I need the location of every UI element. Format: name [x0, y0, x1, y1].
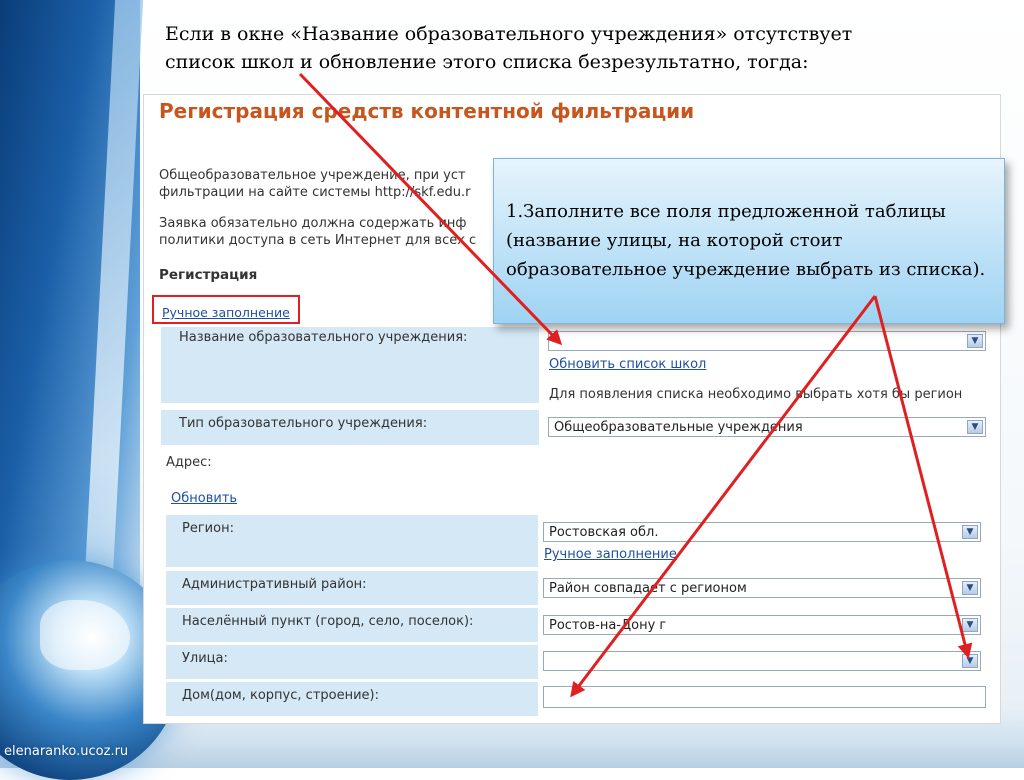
- street-label: Улица:: [182, 651, 228, 666]
- site-credit: elenaranko.ucoz.ru: [4, 744, 129, 759]
- street-label-cell: Улица:: [166, 645, 538, 679]
- paragraph-1-line-1: Общеобразовательное учреждение, при уст: [159, 168, 466, 183]
- institution-label: Название образовательного учреждения:: [179, 330, 468, 345]
- region-select[interactable]: Ростовская обл. ▼: [543, 522, 981, 542]
- chevron-down-icon[interactable]: ▼: [962, 525, 978, 539]
- district-select[interactable]: Район совпадает с регионом ▼: [543, 578, 981, 598]
- refresh-schools-link[interactable]: Обновить список школ: [549, 357, 706, 372]
- region-label-cell: Регион:: [166, 515, 538, 567]
- street-select[interactable]: ▼: [543, 651, 981, 671]
- registration-heading: Регистрация: [159, 267, 258, 283]
- callout-text: 1.Заполните все поля предложенной таблиц…: [506, 201, 986, 280]
- refresh-address-link[interactable]: Обновить: [171, 491, 237, 506]
- district-label-cell: Административный район:: [166, 571, 538, 605]
- form-title: Регистрация средств контентной фильтраци…: [159, 99, 695, 123]
- chevron-down-icon[interactable]: ▼: [962, 581, 978, 595]
- institution-hint: Для появления списка необходимо выбрать …: [549, 387, 963, 402]
- manual-fill-link[interactable]: Ручное заполнение: [152, 295, 300, 324]
- institution-type-label-cell: Тип образовательного учреждения:: [161, 410, 539, 445]
- paragraph-1-line-2: фильтрации на сайте системы http://skf.e…: [159, 185, 471, 200]
- chevron-down-icon[interactable]: ▼: [962, 654, 978, 668]
- locality-label: Населённый пункт (город, село, поселок):: [182, 614, 474, 629]
- institution-type-label: Тип образовательного учреждения:: [179, 416, 428, 431]
- house-input[interactable]: [543, 686, 986, 708]
- locality-select[interactable]: Ростов-на-Дону г ▼: [543, 615, 981, 635]
- institution-label-cell: Название образовательного учреждения:: [161, 327, 539, 403]
- house-label-cell: Дом(дом, корпус, строение):: [166, 682, 538, 716]
- district-label: Административный район:: [182, 577, 367, 592]
- paragraph-2-line-2: политики доступа в сеть Интернет для все…: [159, 233, 477, 248]
- chevron-down-icon[interactable]: ▼: [962, 618, 978, 632]
- address-label: Адрес:: [166, 455, 212, 470]
- slide-instruction: Если в окне «Название образовательного у…: [165, 23, 853, 73]
- instruction-callout: 1.Заполните все поля предложенной таблиц…: [493, 158, 1005, 324]
- locality-label-cell: Населённый пункт (город, село, поселок):: [166, 608, 538, 642]
- institution-type-select[interactable]: Общеобразовательные учреждения ▼: [548, 417, 986, 437]
- paragraph-2-line-1: Заявка обязательно должна содержать инф: [159, 216, 467, 231]
- chevron-down-icon[interactable]: ▼: [967, 420, 983, 434]
- region-label: Регион:: [182, 521, 234, 536]
- chevron-down-icon[interactable]: ▼: [967, 334, 983, 348]
- institution-select[interactable]: ▼: [548, 331, 986, 351]
- house-label: Дом(дом, корпус, строение):: [182, 688, 379, 703]
- region-manual-link[interactable]: Ручное заполнение: [544, 547, 677, 562]
